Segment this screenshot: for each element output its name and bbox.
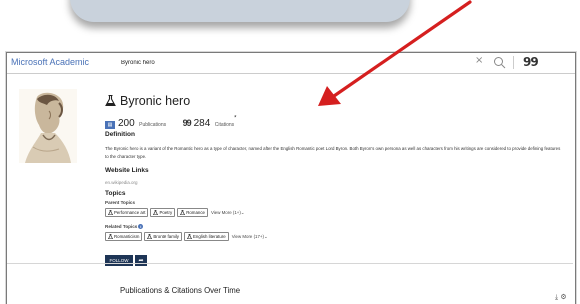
chevron-down-icon: ⌄ (240, 210, 245, 215)
chevron-down-icon: ⌄ (263, 234, 268, 239)
related-topic-chip[interactable]: Brontë family (144, 232, 182, 241)
flask-icon (180, 210, 186, 215)
topic-portrait-image (19, 89, 77, 163)
settings-icon[interactable]: ⚙ (560, 293, 566, 301)
citations-count[interactable]: 284 (194, 118, 211, 129)
info-icon[interactable]: i (138, 224, 144, 229)
flask-icon (108, 210, 113, 215)
previous-callout-shape (70, 0, 410, 22)
topic-title-text: Byronic hero (120, 94, 191, 108)
quote-icon[interactable]: 99 (523, 55, 539, 69)
share-button[interactable]: ➦ (135, 255, 147, 266)
download-icon[interactable]: ⤓ (555, 293, 558, 301)
search-icon[interactable] (493, 56, 506, 69)
app-header: Microsoft Academic × 99 (7, 53, 575, 74)
related-topics-label: Related Topics i (105, 224, 144, 229)
search-field[interactable]: × 99 (113, 55, 565, 70)
brand-link[interactable]: Microsoft Academic (11, 57, 89, 67)
topic-stats: ▤ 200 Publications 99 284 Citations* (105, 113, 237, 131)
flask-icon (187, 234, 192, 239)
related-view-more-link[interactable]: View More (17+)⌄ (232, 234, 268, 240)
related-topic-chip[interactable]: Romanticism (105, 232, 143, 241)
topic-title: Byronic hero (105, 94, 190, 108)
website-links-heading: Website Links (105, 167, 149, 174)
section-divider (7, 263, 573, 264)
definition-text: The Byronic hero is a variant of the Rom… (105, 146, 561, 159)
chart-section-title: Publications & Citations Over Time (120, 286, 241, 295)
citations-icon: 99 (182, 118, 192, 128)
parent-topic-chip[interactable]: Romance (177, 208, 208, 217)
website-link[interactable]: en.wikipedia.org (105, 180, 138, 185)
flask-icon (153, 210, 159, 215)
citations-label: Citations (214, 122, 235, 128)
header-separator (513, 56, 514, 69)
publications-count[interactable]: 200 (118, 118, 135, 129)
close-icon[interactable]: × (475, 55, 483, 66)
flask-icon (108, 234, 113, 239)
definition-heading: Definition (105, 131, 135, 138)
flask-icon (105, 95, 116, 106)
parent-topic-chip[interactable]: Poetry (150, 208, 176, 217)
publications-icon: ▤ (105, 121, 115, 129)
follow-button[interactable]: FOLLOW (105, 255, 133, 266)
browser-window: Microsoft Academic × 99 Byronic hero (6, 52, 576, 304)
flask-icon (147, 234, 153, 239)
search-input[interactable] (113, 55, 501, 70)
related-topic-chip[interactable]: English literature (184, 232, 229, 241)
parent-topics-list: Performance art Poetry Romance View More (1… (105, 208, 244, 217)
chart-toolbar: ⤓ ⚙ (555, 293, 567, 302)
publications-label: Publications (139, 122, 167, 128)
parent-topic-chip[interactable]: Performance art (105, 208, 149, 217)
parent-view-more-link[interactable]: View More (1+)⌄ (211, 210, 245, 216)
related-topics-list: Romanticism Brontë family English literatu… (105, 232, 268, 241)
parent-topics-label: Parent Topics (105, 200, 136, 205)
citations-marker: * (234, 115, 237, 122)
topics-heading: Topics (105, 190, 126, 197)
